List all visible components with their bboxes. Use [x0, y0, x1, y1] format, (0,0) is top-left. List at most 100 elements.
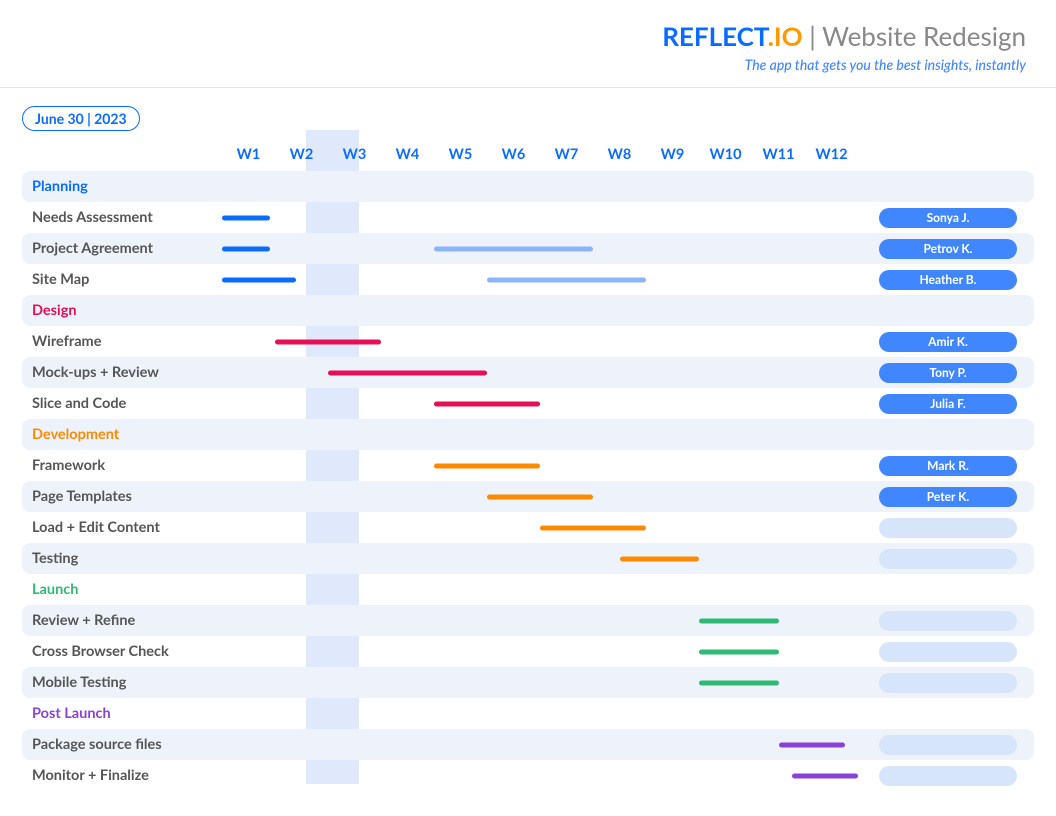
task-bar-cell: [222, 605, 858, 636]
task-bar-cell: [222, 760, 858, 791]
gantt-bar[interactable]: [275, 339, 381, 344]
task-row: Site Map Heather B.: [22, 264, 1034, 295]
brand-tagline: The app that gets you the best insights,…: [30, 56, 1026, 73]
assignee-pill[interactable]: Mark R.: [879, 456, 1017, 476]
task-label: Cross Browser Check: [22, 643, 222, 660]
brand-subtitle: Website Redesign: [822, 20, 1026, 52]
assignee-pill: [879, 735, 1017, 755]
task-row: Needs Assessment Sonya J.: [22, 202, 1034, 233]
week-col-2: W2: [275, 146, 328, 163]
task-bar-cell: [222, 264, 858, 295]
week-col-5: W5: [434, 146, 487, 163]
task-row: Review + Refine: [22, 605, 1034, 636]
gantt-bar[interactable]: [434, 463, 540, 468]
week-col-7: W7: [540, 146, 593, 163]
date-badge[interactable]: June 30 | 2023: [22, 106, 140, 131]
task-label: Testing: [22, 550, 222, 567]
week-col-9: W9: [646, 146, 699, 163]
task-row: Testing: [22, 543, 1034, 574]
assignee-pill: [879, 673, 1017, 693]
task-label: Framework: [22, 457, 222, 474]
gantt-bar[interactable]: [222, 215, 270, 220]
task-bar-cell: [222, 667, 858, 698]
assignee-pill: [879, 766, 1017, 786]
task-bar-cell: [222, 357, 858, 388]
task-label: Mock-ups + Review: [22, 364, 222, 381]
section-header: Launch: [22, 574, 1034, 605]
gantt-bar[interactable]: [779, 742, 845, 747]
task-label: Load + Edit Content: [22, 519, 222, 536]
gantt-bar[interactable]: [620, 556, 700, 561]
task-row: Cross Browser Check: [22, 636, 1034, 667]
gantt-bar[interactable]: [792, 773, 858, 778]
section-header: Planning: [22, 171, 1034, 202]
week-col-8: W8: [593, 146, 646, 163]
gantt-chart: June 30 | 2023 W1W2W3W4W5W6W7W8W9W10W11W…: [0, 88, 1056, 791]
brand-separator: |: [803, 20, 822, 52]
task-bar-cell: [222, 450, 858, 481]
gantt-bar[interactable]: [434, 401, 540, 406]
task-bar-cell: [222, 388, 858, 419]
gantt-bar[interactable]: [699, 618, 779, 623]
week-col-12: W12: [805, 146, 858, 163]
week-col-4: W4: [381, 146, 434, 163]
assignee-pill: [879, 642, 1017, 662]
task-label: Site Map: [22, 271, 222, 288]
gantt-bar[interactable]: [434, 246, 593, 251]
gantt-bar[interactable]: [487, 277, 646, 282]
section-label: Development: [22, 426, 222, 443]
week-header-row: W1W2W3W4W5W6W7W8W9W10W11W12: [22, 137, 1034, 171]
week-col-6: W6: [487, 146, 540, 163]
assignee-pill[interactable]: Amir K.: [879, 332, 1017, 352]
gantt-bar[interactable]: [222, 246, 270, 251]
brand-line: REFLECT.IO | Website Redesign: [30, 20, 1026, 52]
week-header: W1W2W3W4W5W6W7W8W9W10W11W12: [222, 146, 858, 163]
task-row: Page Templates Peter K.: [22, 481, 1034, 512]
task-bar-cell: [222, 543, 858, 574]
task-bar-cell: [222, 233, 858, 264]
task-label: Page Templates: [22, 488, 222, 505]
task-label: Review + Refine: [22, 612, 222, 629]
brand-primary: REFLECT: [662, 20, 768, 52]
assignee-pill: [879, 518, 1017, 538]
task-row: Wireframe Amir K.: [22, 326, 1034, 357]
task-bar-cell: [222, 512, 858, 543]
gantt-bar[interactable]: [699, 680, 779, 685]
task-row: Mobile Testing: [22, 667, 1034, 698]
task-row: Load + Edit Content: [22, 512, 1034, 543]
task-label: Wireframe: [22, 333, 222, 350]
assignee-pill[interactable]: Tony P.: [879, 363, 1017, 383]
page-header: REFLECT.IO | Website Redesign The app th…: [0, 0, 1056, 88]
section-header: Post Launch: [22, 698, 1034, 729]
task-bar-cell: [222, 729, 858, 760]
task-label: Mobile Testing: [22, 674, 222, 691]
section-label: Design: [22, 302, 222, 319]
task-label: Needs Assessment: [22, 209, 222, 226]
task-label: Monitor + Finalize: [22, 767, 222, 784]
assignee-pill[interactable]: Heather B.: [879, 270, 1017, 290]
task-bar-cell: [222, 202, 858, 233]
assignee-pill[interactable]: Julia F.: [879, 394, 1017, 414]
task-bar-cell: [222, 326, 858, 357]
section-header: Development: [22, 419, 1034, 450]
task-label: Project Agreement: [22, 240, 222, 257]
task-bar-cell: [222, 481, 858, 512]
brand-secondary: .IO: [768, 20, 803, 52]
week-col-10: W10: [699, 146, 752, 163]
section-label: Planning: [22, 178, 222, 195]
assignee-pill[interactable]: Sonya J.: [879, 208, 1017, 228]
assignee-pill[interactable]: Petrov K.: [879, 239, 1017, 259]
gantt-bar[interactable]: [222, 277, 296, 282]
gantt-bar[interactable]: [328, 370, 487, 375]
gantt-bar[interactable]: [540, 525, 646, 530]
week-col-3: W3: [328, 146, 381, 163]
section-header: Design: [22, 295, 1034, 326]
task-row: Slice and CodeJulia F.: [22, 388, 1034, 419]
task-row: Package source files: [22, 729, 1034, 760]
week-col-11: W11: [752, 146, 805, 163]
gantt-bar[interactable]: [699, 649, 779, 654]
section-label: Launch: [22, 581, 222, 598]
gantt-rows: W1W2W3W4W5W6W7W8W9W10W11W12Planning Needs…: [22, 137, 1034, 791]
gantt-bar[interactable]: [487, 494, 593, 499]
assignee-pill[interactable]: Peter K.: [879, 487, 1017, 507]
